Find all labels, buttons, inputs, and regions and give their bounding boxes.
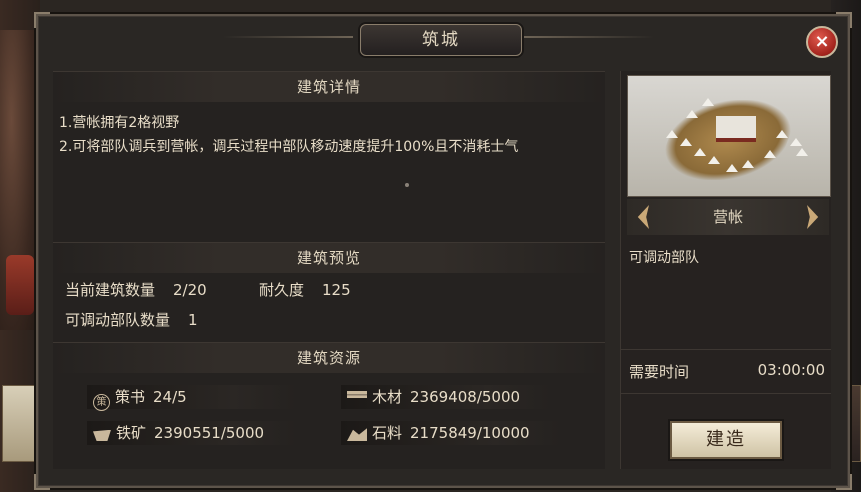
current-count-label: 当前建筑数量 xyxy=(65,281,156,299)
building-name: 营帐 xyxy=(712,208,743,226)
camp-illustration xyxy=(646,90,814,186)
resource-name: 石料 xyxy=(372,424,403,442)
build-button[interactable]: 建造 xyxy=(670,421,782,459)
troops-label: 可调动部队数量 xyxy=(65,311,171,329)
preview-heading: 建筑预览 xyxy=(53,242,605,273)
stone-icon xyxy=(347,428,367,441)
building-preview-image xyxy=(627,75,831,197)
resource-stone: 石料 2175849/10000 xyxy=(341,421,561,445)
troops-count: 可调动部队数量 1 xyxy=(65,309,198,330)
build-time: 需要时间 03:00:00 xyxy=(629,361,825,382)
resource-value: 2369408/5000 xyxy=(410,388,521,406)
building-selector: 营帐 xyxy=(627,199,829,235)
build-time-value: 03:00:00 xyxy=(757,361,825,379)
dialog-title: 筑城 xyxy=(360,24,522,56)
close-button[interactable]: × xyxy=(806,26,838,58)
strategy-book-icon: 策 xyxy=(93,394,110,411)
troops-value: 1 xyxy=(188,311,198,329)
iron-icon xyxy=(93,429,111,441)
resource-wood: 木材 2369408/5000 xyxy=(341,385,551,409)
durability-value: 125 xyxy=(322,281,351,299)
details-heading: 建筑详情 xyxy=(53,71,605,102)
title-ornament-left xyxy=(223,36,353,38)
resource-name: 铁矿 xyxy=(116,424,147,442)
durability: 耐久度 125 xyxy=(259,279,351,300)
wood-icon xyxy=(347,391,367,401)
background-card-left xyxy=(2,385,38,462)
resource-iron: 铁矿 2390551/5000 xyxy=(87,421,297,445)
resource-name: 木材 xyxy=(372,388,403,406)
build-dialog: 筑城 × 建筑详情 1.营帐拥有2格视野 2.可将部队调兵到营帐，调兵过程中部队… xyxy=(34,12,852,490)
details-text: 1.营帐拥有2格视野 2.可将部队调兵到营帐，调兵过程中部队移动速度提升100%… xyxy=(59,111,604,159)
current-count: 当前建筑数量 2/20 xyxy=(65,279,207,300)
durability-label: 耐久度 xyxy=(259,281,305,299)
details-line-1: 1.营帐拥有2格视野 xyxy=(59,115,180,131)
close-icon: × xyxy=(814,31,830,52)
resource-value: 24/5 xyxy=(153,388,187,406)
resources-heading: 建筑资源 xyxy=(53,342,605,373)
title-ornament-right xyxy=(524,36,654,38)
build-time-label: 需要时间 xyxy=(629,363,690,381)
current-count-value: 2/20 xyxy=(173,281,207,299)
building-description: 可调动部队 xyxy=(629,250,699,266)
resource-value: 2175849/10000 xyxy=(410,424,530,442)
building-panel: 营帐 可调动部队 需要时间 03:00:00 建造 xyxy=(620,71,831,469)
background-left xyxy=(0,0,40,492)
resource-name: 策书 xyxy=(115,388,146,406)
details-line-2: 2.可将部队调兵到营帐，调兵过程中部队移动速度提升100%且不消耗士气 xyxy=(59,139,519,155)
background-scroll xyxy=(6,255,34,315)
decorative-dot xyxy=(405,183,409,187)
resource-strategy-book: 策策书 24/5 xyxy=(87,385,297,411)
building-info-panel: 建筑详情 1.营帐拥有2格视野 2.可将部队调兵到营帐，调兵过程中部队移动速度提… xyxy=(53,71,605,469)
resource-value: 2390551/5000 xyxy=(154,424,265,442)
